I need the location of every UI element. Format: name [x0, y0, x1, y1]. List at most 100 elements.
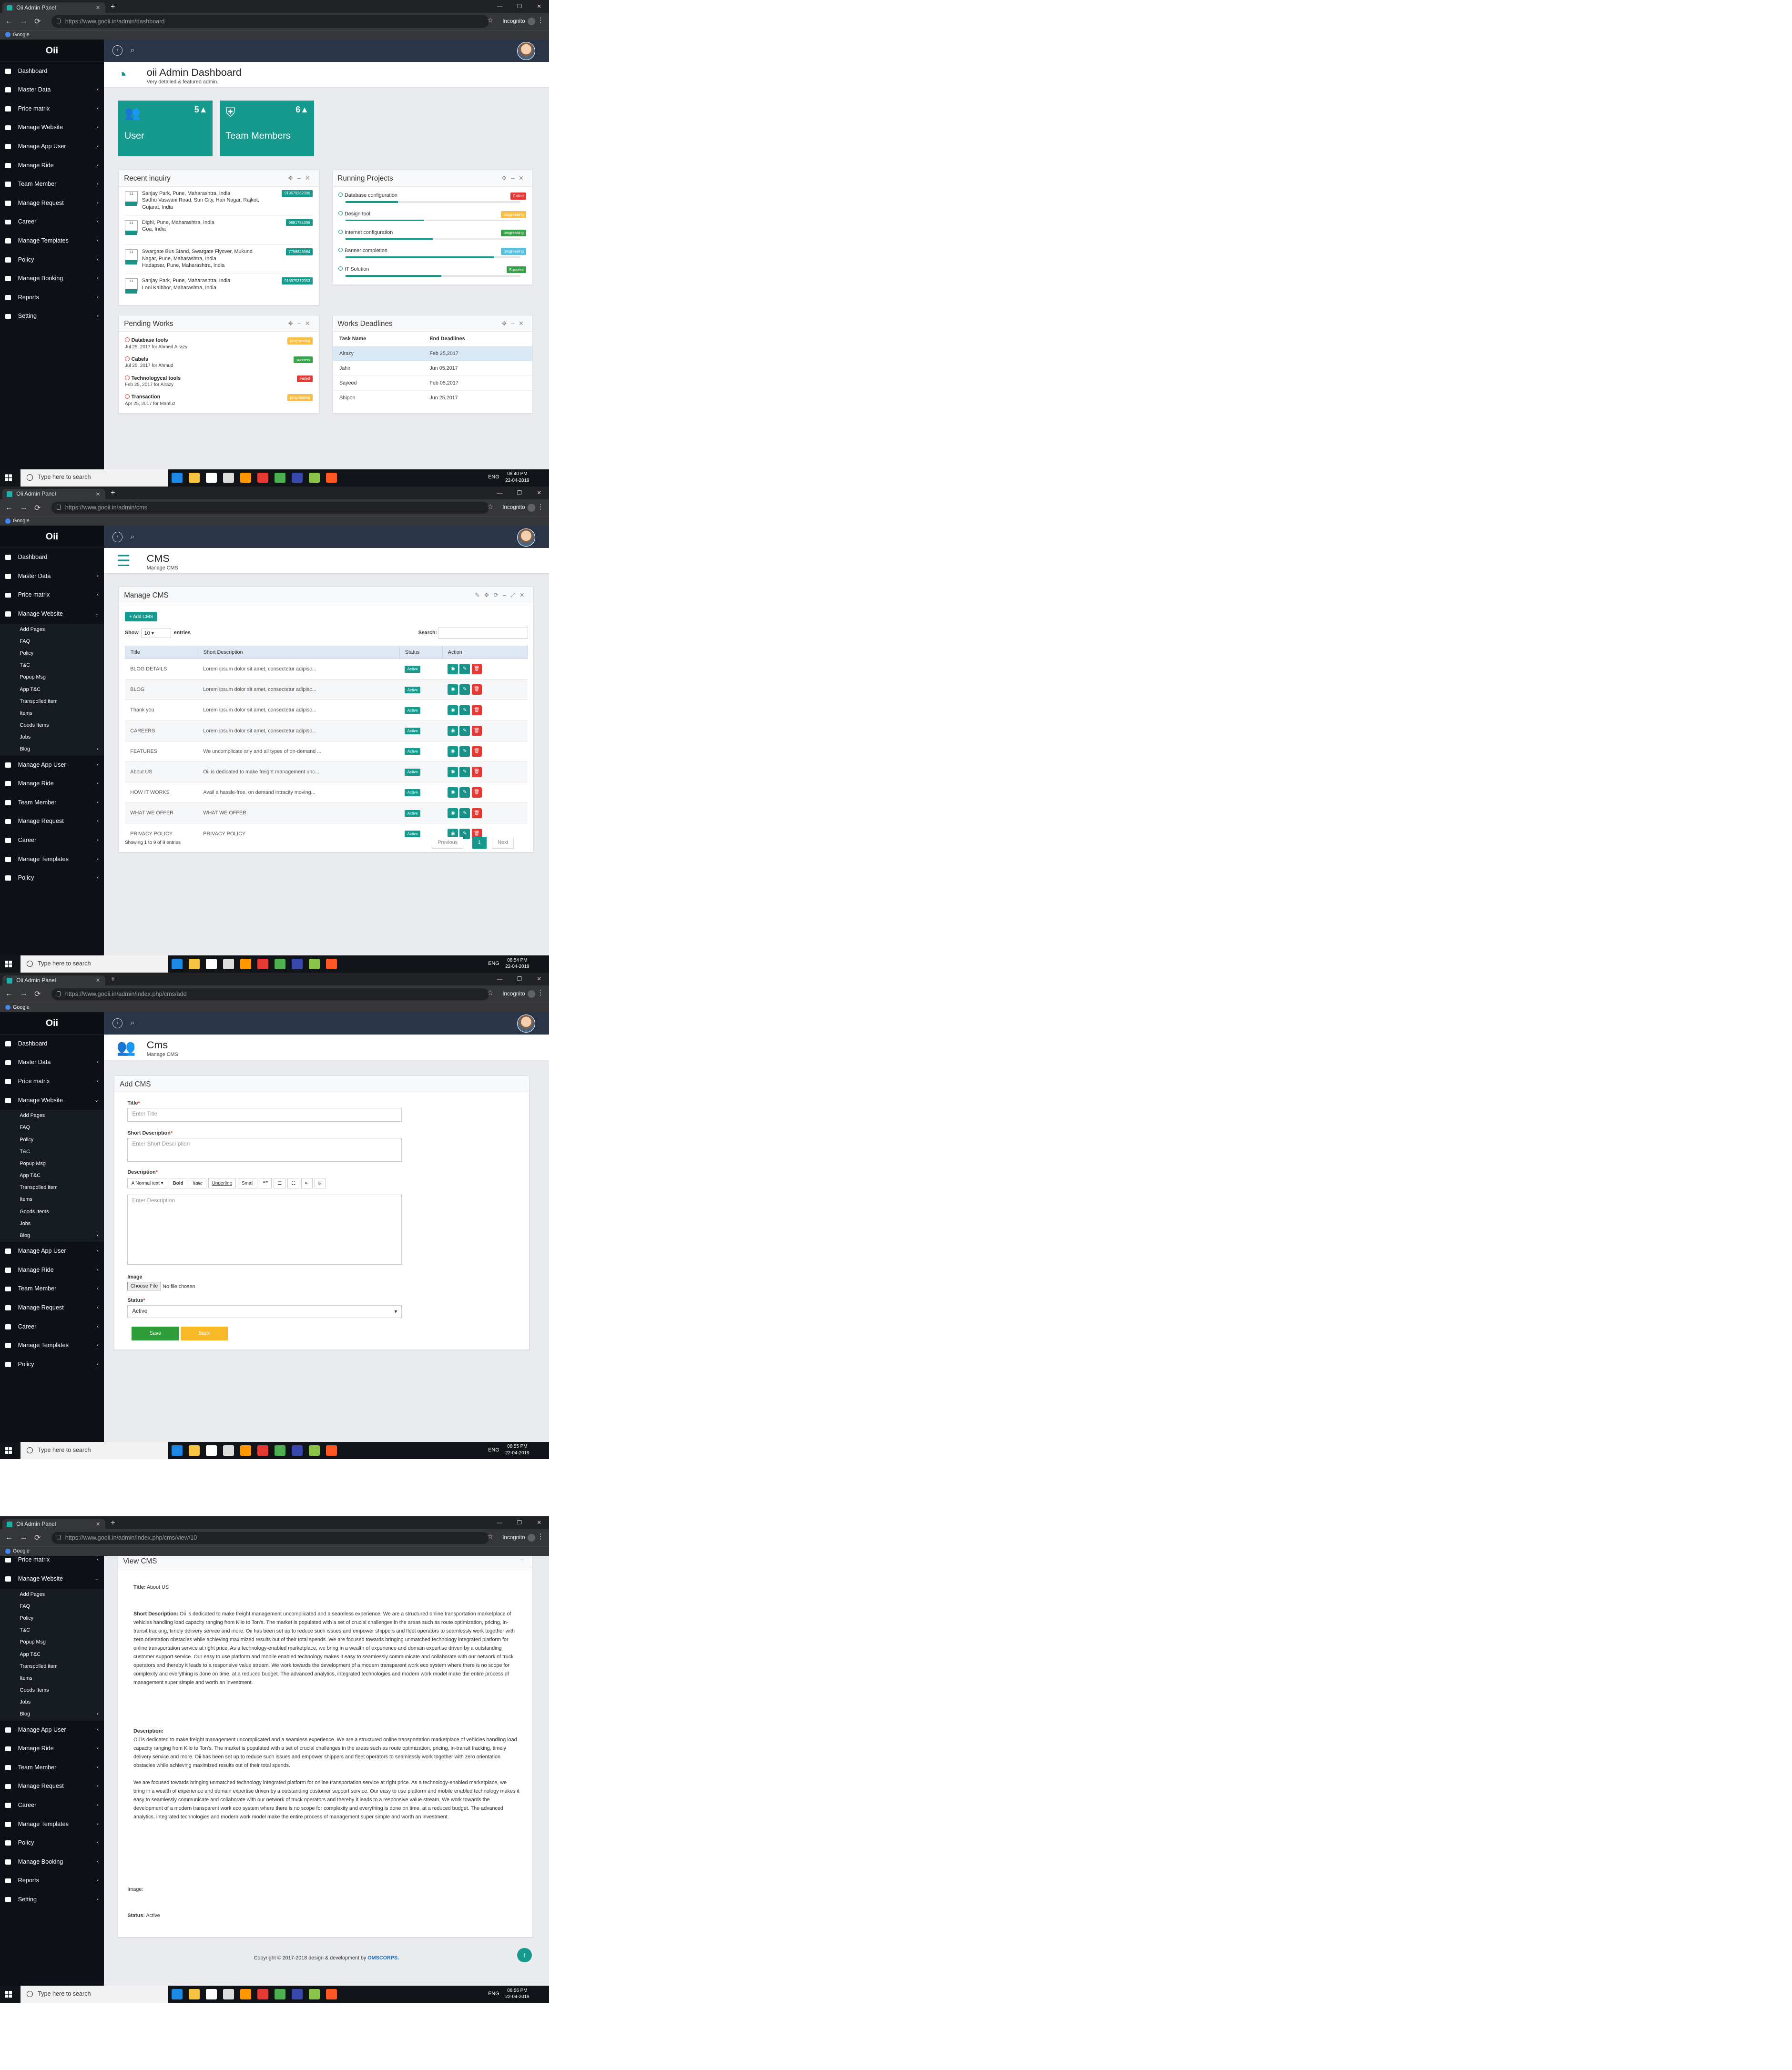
menu-icon[interactable]: ⋮ — [537, 1533, 544, 1541]
submenu-item-faq[interactable]: FAQ — [0, 636, 104, 648]
view-eye-icon[interactable]: ◉ — [448, 767, 458, 777]
delete-trash-icon[interactable]: 🗑 — [471, 684, 482, 695]
sidebar-item-manage-templates[interactable]: Manage Templates ‹ — [0, 232, 104, 251]
delete-trash-icon[interactable]: 🗑 — [471, 705, 482, 716]
avatar[interactable] — [517, 42, 536, 60]
submenu-item-goods-items[interactable]: Goods Items — [0, 1684, 104, 1696]
pagination-page-1[interactable]: 1 — [472, 836, 487, 849]
submenu-item-add-pages[interactable]: Add Pages — [0, 1589, 104, 1601]
language-indicator[interactable]: ENG — [488, 1447, 499, 1453]
close-tab-icon[interactable]: ✕ — [96, 977, 101, 984]
bookmark-star-icon[interactable]: ☆ — [487, 503, 493, 511]
small-button[interactable]: Small — [237, 1178, 257, 1189]
table-row[interactable]: BLOG DETAILS Lorem ipsum dolor sit amet, … — [125, 658, 528, 680]
app-icon[interactable] — [326, 1989, 337, 1999]
submenu-item-items[interactable]: Items — [0, 1194, 104, 1206]
sidebar-item-manage-ride[interactable]: Manage Ride ‹ — [0, 1739, 104, 1758]
submenu-item-goods-items[interactable]: Goods Items — [0, 720, 104, 731]
search-icon[interactable]: ⌕ — [131, 532, 135, 541]
ordered-list-icon[interactable]: ☷ — [287, 1178, 300, 1189]
browser-tab[interactable]: Oii Admin Panel ✕ — [2, 2, 106, 13]
folder-icon[interactable] — [188, 472, 200, 483]
sidebar-item-manage-ride[interactable]: Manage Ride ‹ — [0, 156, 104, 175]
pagination-previous[interactable]: Previous — [432, 836, 463, 849]
table-row[interactable]: Jahir Jun 05,2017 — [332, 360, 532, 376]
quote-icon[interactable]: ❝❞ — [259, 1178, 272, 1189]
view-eye-icon[interactable]: ◉ — [448, 787, 458, 798]
app-icon[interactable] — [326, 959, 337, 969]
status-badge[interactable]: Active — [405, 789, 421, 796]
sidebar-item-manage-website[interactable]: Manage Website ⌄ — [0, 605, 104, 624]
project-item[interactable]: Banner completion progressing — [338, 245, 527, 264]
delete-trash-icon[interactable]: 🗑 — [471, 725, 482, 736]
short-description-textarea[interactable]: Enter Short Description — [127, 1137, 402, 1162]
photoshop-icon[interactable] — [291, 472, 303, 483]
app-icon[interactable] — [257, 472, 269, 483]
sidebar-item-manage-ride[interactable]: Manage Ride ‹ — [0, 1261, 104, 1280]
sidebar-item-manage-request[interactable]: Manage Request ‹ — [0, 812, 104, 831]
submenu-item-tc[interactable]: T&C — [0, 1624, 104, 1636]
text-style-dropdown[interactable]: A Normal text ▾ — [127, 1178, 167, 1189]
illustrator-icon[interactable] — [240, 1989, 252, 1999]
submenu-item-tc[interactable]: T&C — [0, 1146, 104, 1158]
maximize-icon[interactable]: ❐ — [509, 487, 529, 499]
sidebar-item-career[interactable]: Career ‹ — [0, 1796, 104, 1815]
search-input[interactable] — [438, 627, 528, 639]
close-window-icon[interactable]: ✕ — [529, 487, 549, 499]
submenu-item-faq[interactable]: FAQ — [0, 1122, 104, 1134]
store-icon[interactable] — [205, 1989, 217, 1999]
edit-pencil-icon[interactable]: ✎ — [459, 808, 470, 819]
sidebar-item-career[interactable]: Career ‹ — [0, 1318, 104, 1337]
bookmark-google[interactable]: Google — [13, 32, 30, 38]
sidebar-item-manage-website[interactable]: Manage Website ⌄ — [0, 1570, 104, 1589]
table-row[interactable]: HOW IT WORKS Avail a hassle-free, on dema… — [125, 782, 528, 803]
sidebar-item-master-data[interactable]: Master Data ‹ — [0, 1053, 104, 1072]
minimize-icon[interactable]: — — [490, 1516, 509, 1529]
panel-tools[interactable]: ✥–✕ — [288, 174, 314, 182]
illustrator-icon[interactable] — [240, 1445, 252, 1456]
back-button[interactable]: Back — [180, 1326, 228, 1340]
bold-button[interactable]: Bold — [169, 1178, 187, 1189]
edge-icon[interactable] — [172, 1445, 183, 1456]
new-tab-icon[interactable]: + — [111, 2, 115, 11]
sidebar-item-reports[interactable]: Reports ‹ — [0, 288, 104, 307]
address-bar[interactable]: https://www.gooii.in/admin/dashboard — [51, 15, 489, 28]
submenu-item-goods-items[interactable]: Goods Items — [0, 1206, 104, 1218]
whatsapp-icon[interactable] — [274, 472, 286, 483]
reload-icon[interactable]: ⟳ — [34, 989, 41, 999]
app-icon[interactable] — [326, 1445, 337, 1456]
sidebar-item-price-matrix[interactable]: Price matrix ‹ — [0, 1556, 104, 1570]
panel-tools[interactable]: ✎✥⟳–⤢✕ — [475, 591, 529, 599]
maximize-icon[interactable]: ❐ — [509, 0, 529, 13]
sidebar-item-setting[interactable]: Setting ‹ — [0, 307, 104, 326]
close-window-icon[interactable]: ✕ — [529, 1516, 549, 1529]
back-icon[interactable]: ← — [5, 503, 13, 512]
delete-trash-icon[interactable]: 🗑 — [471, 767, 482, 777]
mail-icon[interactable] — [223, 1989, 234, 1999]
brand-logo[interactable]: Oii — [0, 1012, 104, 1035]
new-tab-icon[interactable]: + — [111, 1519, 115, 1528]
unordered-list-icon[interactable]: ☰ — [274, 1178, 286, 1189]
sidebar-item-team-member[interactable]: Team Member ‹ — [0, 1758, 104, 1777]
status-badge[interactable]: Active — [405, 769, 421, 776]
table-row[interactable]: Thank you Lorem ipsum dolor sit amet, con… — [125, 700, 528, 721]
app-icon[interactable] — [257, 1445, 269, 1456]
submenu-item-policy[interactable]: Policy — [0, 1134, 104, 1146]
sidebar-item-policy[interactable]: Policy ‹ — [0, 251, 104, 270]
sidebar-item-manage-request[interactable]: Manage Request ‹ — [0, 194, 104, 213]
column-header-status[interactable]: Status — [399, 645, 443, 659]
delete-trash-icon[interactable]: 🗑 — [471, 664, 482, 674]
back-icon[interactable]: ← — [5, 17, 13, 26]
sidebar-item-team-member[interactable]: Team Member ‹ — [0, 1279, 104, 1299]
sidebar-item-setting[interactable]: Setting ‹ — [0, 1890, 104, 1909]
edge-icon[interactable] — [172, 1989, 183, 1999]
edit-pencil-icon[interactable]: ✎ — [459, 767, 470, 777]
submenu-item-transpolled-item[interactable]: Transpolled item — [0, 696, 104, 708]
submenu-item-jobs[interactable]: Jobs — [0, 731, 104, 743]
edge-icon[interactable] — [172, 472, 183, 483]
back-icon[interactable]: ← — [5, 1533, 13, 1542]
submenu-item-policy[interactable]: Policy — [0, 648, 104, 660]
sidebar-item-policy[interactable]: Policy ‹ — [0, 869, 104, 888]
photoshop-icon[interactable] — [291, 1445, 303, 1456]
submenu-item-blog[interactable]: Blog ‹ — [0, 1230, 104, 1242]
